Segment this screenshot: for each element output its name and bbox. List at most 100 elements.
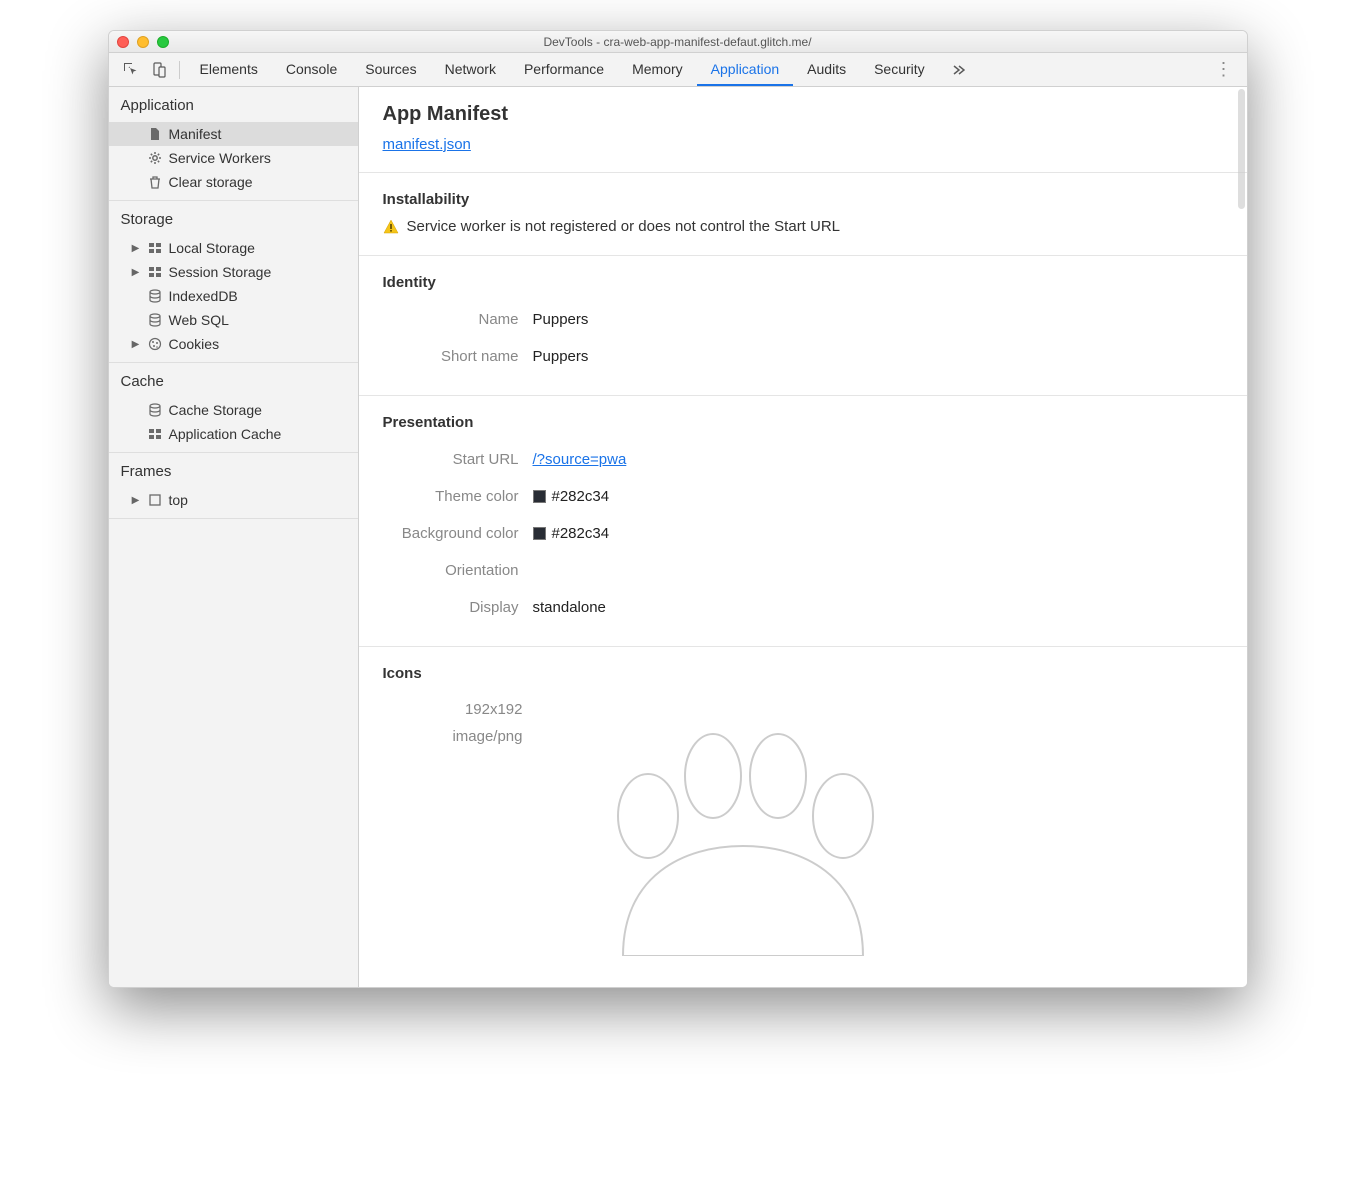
kv-label: Theme color bbox=[383, 488, 533, 505]
sidebar-item-indexeddb[interactable]: ▶IndexedDB bbox=[109, 284, 358, 308]
kv-value: /?source=pwa bbox=[533, 451, 627, 468]
toolbar-separator bbox=[179, 61, 180, 79]
devtools-window: DevTools - cra-web-app-manifest-defaut.g… bbox=[108, 30, 1248, 988]
installability-heading: Installability bbox=[383, 191, 1223, 208]
sidebar-item-label: top bbox=[169, 492, 188, 508]
kv-label: Orientation bbox=[383, 562, 533, 579]
identity-section: Identity NamePuppersShort namePuppers bbox=[359, 256, 1247, 396]
db-icon bbox=[147, 288, 163, 304]
sidebar-item-manifest[interactable]: ▶Manifest bbox=[109, 122, 358, 146]
sidebar-item-label: Cookies bbox=[169, 336, 220, 352]
application-sidebar: Application▶Manifest▶Service Workers▶Cle… bbox=[109, 87, 359, 987]
sidebar-item-cache-storage[interactable]: ▶Cache Storage bbox=[109, 398, 358, 422]
color-swatch bbox=[533, 527, 546, 540]
devtools-toolbar: ElementsConsoleSourcesNetworkPerformance… bbox=[109, 53, 1247, 87]
frame-icon bbox=[147, 492, 163, 508]
tab-performance[interactable]: Performance bbox=[510, 53, 618, 86]
kv-label: Start URL bbox=[383, 451, 533, 468]
expand-arrow-icon[interactable]: ▶ bbox=[131, 267, 141, 278]
scrollbar[interactable] bbox=[1238, 89, 1245, 209]
icon-preview-paw bbox=[553, 696, 933, 956]
expand-arrow-icon[interactable]: ▶ bbox=[131, 243, 141, 254]
start-url-link[interactable]: /?source=pwa bbox=[533, 451, 627, 468]
sidebar-item-label: Web SQL bbox=[169, 312, 229, 328]
grid-icon bbox=[147, 264, 163, 280]
kv-label: Name bbox=[383, 311, 533, 328]
presentation-heading: Presentation bbox=[383, 414, 1223, 431]
kebab-menu-icon[interactable]: ⋮ bbox=[1209, 59, 1239, 80]
sidebar-item-clear-storage[interactable]: ▶Clear storage bbox=[109, 170, 358, 194]
expand-arrow-icon[interactable]: ▶ bbox=[131, 495, 141, 506]
grid-icon bbox=[147, 426, 163, 442]
presentation-row-background-color: Background color #282c34 bbox=[383, 515, 1223, 552]
identity-heading: Identity bbox=[383, 274, 1223, 291]
icon-meta: 192x192 image/png bbox=[383, 696, 523, 750]
sidebar-item-label: Application Cache bbox=[169, 426, 282, 442]
tab-audits[interactable]: Audits bbox=[793, 53, 860, 86]
devtools-tabs: ElementsConsoleSourcesNetworkPerformance… bbox=[186, 53, 939, 86]
sidebar-section-storage: Storage bbox=[109, 201, 358, 236]
inspect-element-icon[interactable] bbox=[117, 56, 145, 84]
grid-icon bbox=[147, 240, 163, 256]
sidebar-section-frames: Frames bbox=[109, 453, 358, 488]
sidebar-item-service-workers[interactable]: ▶Service Workers bbox=[109, 146, 358, 170]
kv-value: Puppers bbox=[533, 348, 589, 365]
icon-size: 192x192 bbox=[383, 696, 523, 723]
expand-arrow-icon[interactable]: ▶ bbox=[131, 339, 141, 350]
tab-sources[interactable]: Sources bbox=[351, 53, 430, 86]
tab-console[interactable]: Console bbox=[272, 53, 351, 86]
file-icon bbox=[147, 126, 163, 142]
db-icon bbox=[147, 312, 163, 328]
presentation-row-start-url: Start URL/?source=pwa bbox=[383, 441, 1223, 478]
color-swatch bbox=[533, 490, 546, 503]
manifest-header: App Manifest manifest.json bbox=[359, 87, 1247, 173]
manifest-json-link[interactable]: manifest.json bbox=[383, 136, 471, 153]
db-icon bbox=[147, 402, 163, 418]
kv-label: Background color bbox=[383, 525, 533, 542]
more-tabs-icon[interactable] bbox=[945, 63, 971, 77]
sidebar-item-web-sql[interactable]: ▶Web SQL bbox=[109, 308, 358, 332]
tab-elements[interactable]: Elements bbox=[186, 53, 272, 86]
installability-warning-text: Service worker is not registered or does… bbox=[407, 218, 841, 235]
sidebar-item-cookies[interactable]: ▶ Cookies bbox=[109, 332, 358, 356]
window-title: DevTools - cra-web-app-manifest-defaut.g… bbox=[109, 35, 1247, 49]
sidebar-section-application: Application bbox=[109, 87, 358, 122]
kv-value: #282c34 bbox=[533, 488, 610, 505]
installability-warning-row: Service worker is not registered or does… bbox=[383, 218, 1223, 235]
presentation-section: Presentation Start URL/?source=pwaTheme … bbox=[359, 396, 1247, 647]
cookie-icon bbox=[147, 336, 163, 352]
kv-value-text: standalone bbox=[533, 599, 606, 616]
kv-value: Puppers bbox=[533, 311, 589, 328]
icons-section: Icons 192x192 image/png bbox=[359, 647, 1247, 974]
window-titlebar: DevTools - cra-web-app-manifest-defaut.g… bbox=[109, 31, 1247, 53]
sidebar-item-label: IndexedDB bbox=[169, 288, 238, 304]
trash-icon bbox=[147, 174, 163, 190]
tab-network[interactable]: Network bbox=[431, 53, 510, 86]
presentation-row-theme-color: Theme color #282c34 bbox=[383, 478, 1223, 515]
gear-icon bbox=[147, 150, 163, 166]
tab-security[interactable]: Security bbox=[860, 53, 939, 86]
sidebar-item-top[interactable]: ▶ top bbox=[109, 488, 358, 512]
kv-value-text: #282c34 bbox=[552, 525, 610, 542]
sidebar-item-session-storage[interactable]: ▶ Session Storage bbox=[109, 260, 358, 284]
sidebar-item-label: Local Storage bbox=[169, 240, 255, 256]
sidebar-item-label: Manifest bbox=[169, 126, 222, 142]
kv-value: #282c34 bbox=[533, 525, 610, 542]
tab-application[interactable]: Application bbox=[697, 53, 794, 86]
installability-section: Installability Service worker is not reg… bbox=[359, 173, 1247, 256]
kv-label: Display bbox=[383, 599, 533, 616]
presentation-row-orientation: Orientation bbox=[383, 552, 1223, 589]
sidebar-item-application-cache[interactable]: ▶Application Cache bbox=[109, 422, 358, 446]
sidebar-item-label: Service Workers bbox=[169, 150, 271, 166]
device-toolbar-icon[interactable] bbox=[145, 56, 173, 84]
sidebar-item-label: Clear storage bbox=[169, 174, 253, 190]
page-title: App Manifest bbox=[383, 103, 1223, 126]
tab-memory[interactable]: Memory bbox=[618, 53, 697, 86]
icon-mime: image/png bbox=[383, 723, 523, 750]
devtools-body: Application▶Manifest▶Service Workers▶Cle… bbox=[109, 87, 1247, 987]
warning-icon bbox=[383, 219, 399, 235]
sidebar-item-local-storage[interactable]: ▶ Local Storage bbox=[109, 236, 358, 260]
kv-value-text: #282c34 bbox=[552, 488, 610, 505]
kv-value: standalone bbox=[533, 599, 606, 616]
sidebar-item-label: Session Storage bbox=[169, 264, 272, 280]
